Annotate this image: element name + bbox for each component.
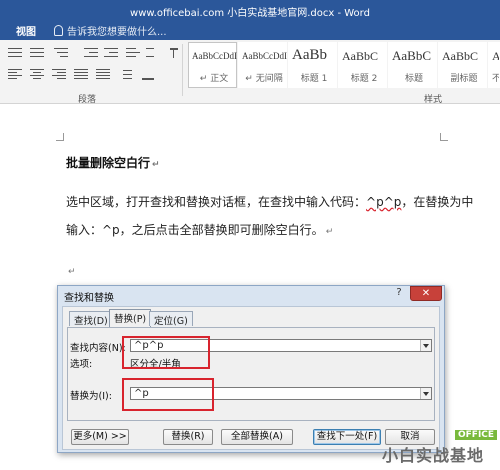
document-paragraph-line: 选中区域，打开查找和替换对话框，在查找中输入代码：^p^p，在替换为中 — [66, 193, 473, 210]
options-label: 选项: — [70, 359, 93, 370]
align-left-icon[interactable] — [8, 68, 22, 80]
style-heading-2[interactable]: AaBbC 标题 2 — [338, 42, 387, 88]
highlight-replace-box — [122, 378, 214, 411]
group-label-paragraph: 段落 — [78, 95, 97, 105]
dialog-title: 查找和替换 — [64, 293, 114, 304]
increase-indent-icon[interactable] — [104, 46, 118, 58]
ribbon-tab-row: 视图 告诉我您想要做什么... — [0, 20, 500, 40]
paragraph-text: 选中区域，打开查找和替换对话框，在查找中输入代码： — [66, 195, 367, 209]
style-sample: AaBbC — [492, 49, 500, 63]
watermark-logo: OFFICE 小白实战基地 — [380, 428, 498, 468]
style-subtle-emphasis[interactable]: AaBbC 不明 — [488, 42, 500, 88]
style-subtitle[interactable]: AaBbC 副标题 — [438, 42, 487, 88]
replace-button[interactable]: 替换(R) — [163, 429, 213, 445]
style-sample: AaBbC — [392, 48, 431, 63]
group-label-styles: 样式 — [424, 95, 443, 105]
replace-all-button[interactable]: 全部替换(A) — [221, 429, 293, 445]
align-center-icon[interactable] — [30, 68, 44, 80]
style-name: 标题 — [404, 74, 423, 84]
paragraph-mark: ↵ — [325, 227, 334, 237]
justify-icon[interactable] — [74, 68, 88, 80]
multilevel-list-icon[interactable] — [54, 46, 68, 58]
lightbulb-icon — [54, 25, 63, 36]
find-what-label: 查找内容(N): — [70, 343, 126, 354]
document-heading: 批量删除空白行 ↵ — [66, 154, 160, 171]
styles-gallery: AaBbCcDdI ↵ 正文 AaBbCcDdI ↵ 无间隔 AaBb 标题 1… — [186, 42, 500, 90]
tab-replace[interactable]: 替换(P) — [109, 309, 152, 327]
empty-paragraph: ↵ — [66, 263, 76, 277]
style-title[interactable]: AaBbC 标题 — [388, 42, 437, 88]
heading-text: 批量删除空白行 — [66, 156, 151, 170]
shading-icon[interactable] — [142, 68, 156, 80]
style-no-spacing[interactable]: AaBbCcDdI ↵ 无间隔 — [238, 42, 287, 88]
tab-view[interactable]: 视图 — [16, 23, 36, 38]
style-name: 标题 1 — [300, 74, 328, 84]
paragraph-mark: ↵ — [68, 267, 76, 277]
style-name: ↵ 无间隔 — [245, 74, 283, 84]
paragraph-text: 输入：^p，之后点击全部替换即可删除空白行。 — [66, 223, 324, 237]
show-formatting-marks-icon[interactable] — [166, 46, 180, 58]
paragraph-mark: ↵ — [152, 160, 160, 170]
document-paragraph-line: 输入：^p，之后点击全部替换即可删除空白行。 ↵ — [66, 221, 333, 238]
line-spacing-icon[interactable] — [118, 68, 132, 80]
more-button[interactable]: 更多(M) >> — [71, 429, 129, 445]
sort-icon[interactable] — [146, 46, 160, 58]
style-name: 副标题 — [450, 74, 478, 84]
highlight-find-box — [122, 336, 210, 369]
tab-goto[interactable]: 定位(G) — [149, 311, 193, 327]
style-name: 不明 — [492, 71, 499, 84]
style-sample: AaBbCcDdI — [192, 51, 237, 61]
chevron-down-icon[interactable] — [420, 340, 431, 351]
style-heading-1[interactable]: AaBb 标题 1 — [288, 42, 337, 88]
tell-me-text: 告诉我您想要做什么... — [67, 27, 167, 38]
title-bar: www.officebai.com 小白实战基地官网.docx - Word — [0, 0, 500, 20]
watermark-brand: 小白实战基地 — [382, 446, 485, 465]
style-normal[interactable]: AaBbCcDdI ↵ 正文 — [188, 42, 237, 88]
help-button[interactable]: ? — [389, 287, 409, 301]
style-sample: AaBbC — [342, 49, 378, 63]
style-sample: AaBbC — [442, 49, 478, 63]
group-divider — [182, 44, 183, 96]
window-title: www.officebai.com 小白实战基地官网.docx - Word — [130, 8, 370, 19]
style-name: 标题 2 — [350, 74, 378, 84]
distributed-icon[interactable] — [96, 68, 110, 80]
style-name: ↵ 正文 — [199, 74, 229, 84]
paragraph-text: ，在替换为中 — [401, 195, 474, 209]
code-text: ^p^p — [366, 195, 402, 209]
replace-with-label: 替换为(I): — [70, 391, 112, 402]
find-next-button[interactable]: 查找下一处(F) — [313, 429, 381, 445]
margin-corner-marker — [440, 133, 448, 141]
numbering-icon[interactable] — [30, 46, 44, 58]
chinese-layout-icon[interactable] — [126, 46, 140, 58]
borders-icon[interactable] — [164, 68, 178, 80]
ribbon: 段落 AaBbCcDdI ↵ 正文 AaBbCcDdI ↵ 无间隔 AaBb 标… — [0, 40, 500, 105]
bullets-icon[interactable] — [8, 46, 22, 58]
decrease-indent-icon[interactable] — [84, 46, 98, 58]
tab-find[interactable]: 查找(D) — [69, 311, 113, 327]
align-right-icon[interactable] — [52, 68, 66, 80]
style-sample: AaBbCcDdI — [242, 51, 287, 61]
tell-me-box[interactable]: 告诉我您想要做什么... — [54, 23, 167, 38]
close-button[interactable]: ✕ — [410, 286, 442, 301]
style-sample: AaBb — [292, 47, 327, 63]
replace-panel: 查找内容(N): ^p^p 选项: 区分全/半角 替换为(I): ^p — [67, 327, 435, 421]
chevron-down-icon[interactable] — [420, 388, 431, 399]
margin-corner-marker — [56, 133, 64, 141]
watermark-badge: OFFICE — [455, 430, 498, 440]
